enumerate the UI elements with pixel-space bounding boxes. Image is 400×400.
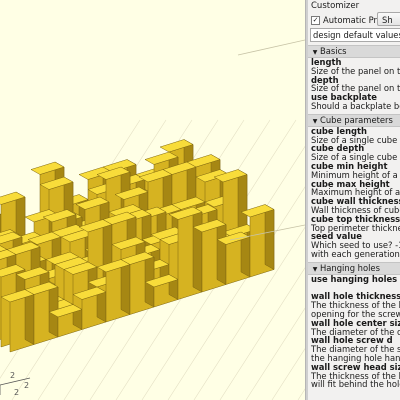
param-name: use hanging holes [311, 273, 398, 284]
3d-viewport[interactable]: 222 [0, 0, 305, 400]
show-details-button[interactable]: Sh [377, 12, 400, 26]
param-description: Should a backplate be us [311, 101, 400, 111]
axis-label: 2 [14, 388, 19, 397]
section-title: Basics [320, 46, 347, 56]
param-description: with each generation [311, 249, 400, 259]
automatic-preview-checkbox[interactable]: ✓ [311, 15, 320, 25]
axis-label: 2 [24, 381, 29, 390]
panel-title: Customizer [311, 1, 360, 11]
section-title: Hanging holes [320, 262, 380, 273]
customizer-panel: Customizer ✓ Automatic Preview Sh design… [308, 0, 400, 400]
model-render: 222 [0, 39, 305, 400]
section-title: Cube parameters [320, 114, 393, 125]
cube-panel-model [0, 139, 275, 353]
preset-select[interactable]: design default values [310, 28, 400, 42]
param-description: will fit behind the hole [311, 379, 400, 390]
axis-label: 2 [10, 371, 15, 380]
